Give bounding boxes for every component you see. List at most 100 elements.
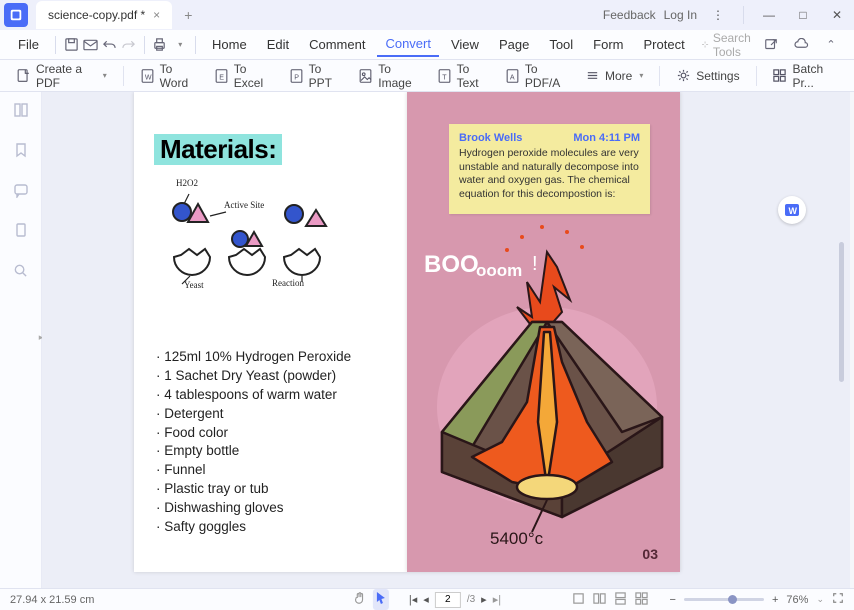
zoom-value: 76% [786,594,808,606]
more-icon [585,68,600,83]
zoom-thumb[interactable] [728,595,737,604]
left-sidebar: ▸ [0,92,42,588]
menu-view[interactable]: View [443,33,487,56]
temp-label: 5400°c [490,529,544,548]
to-ppt-button[interactable]: P To PPT [283,59,347,93]
last-page-icon[interactable]: ▸| [493,593,501,606]
svg-text:!: ! [532,253,538,275]
search-placeholder: Search Tools [713,31,756,59]
redo-icon[interactable] [121,34,136,56]
close-window-icon[interactable]: ✕ [824,2,850,28]
prev-page-icon[interactable]: ◂ [423,593,429,606]
batch-button[interactable]: Batch Pr... [766,59,844,93]
minimize-icon[interactable]: — [756,2,782,28]
next-page-icon[interactable]: ▸ [481,593,487,606]
undo-icon[interactable] [102,34,117,56]
fullscreen-icon[interactable] [832,592,844,607]
create-pdf-button[interactable]: Create a PDF▾ [10,59,113,93]
thumbnails-icon[interactable] [11,100,31,120]
total-pages: /3 [467,594,475,605]
menu-page[interactable]: Page [491,33,537,56]
print-dropdown-icon[interactable]: ▾ [173,34,187,56]
list-item: Safty goggles [156,518,351,537]
text-icon: T [437,68,452,84]
document-tab[interactable]: science-copy.pdf * × [36,1,172,29]
view-mode-4-icon[interactable] [635,592,648,608]
titlebar: science-copy.pdf * × + Feedback Log In ⋮… [0,0,854,30]
to-pdfa-button[interactable]: A To PDF/A [499,59,573,93]
comment-sticky-note[interactable]: Brook Wells Mon 4:11 PM Hydrogen peroxid… [449,124,650,214]
file-menu[interactable]: File [12,33,45,56]
to-ppt-label: To PPT [309,62,341,90]
menu-comment[interactable]: Comment [301,33,373,56]
list-item: 125ml 10% Hydrogen Peroxide [156,348,351,367]
view-mode-1-icon[interactable] [572,592,585,608]
svg-text:A: A [510,73,515,81]
login-link[interactable]: Log In [664,8,697,22]
select-tool-icon[interactable] [373,589,389,610]
gear-icon [676,68,691,83]
view-mode-2-icon[interactable] [593,592,606,608]
list-item: Plastic tray or tub [156,480,351,499]
collapse-icon[interactable]: ⌃ [820,34,842,56]
menu-tool[interactable]: Tool [541,33,581,56]
page-input[interactable] [435,592,461,608]
menu-convert[interactable]: Convert [377,32,439,57]
maximize-icon[interactable]: □ [790,2,816,28]
to-excel-button[interactable]: E To Excel [208,59,277,93]
vertical-scrollbar[interactable] [839,242,844,382]
floating-word-icon[interactable]: W [778,196,806,224]
to-pdfa-label: To PDF/A [525,62,567,90]
page-dimensions: 27.94 x 21.59 cm [10,594,94,606]
close-tab-icon[interactable]: × [153,8,160,22]
zoom-dropdown-icon[interactable]: ⌄ [816,594,824,605]
search-panel-icon[interactable] [11,260,31,280]
attachment-icon[interactable] [11,220,31,240]
menu-edit[interactable]: Edit [259,33,297,56]
comment-panel-icon[interactable] [11,180,31,200]
to-image-button[interactable]: To Image [352,59,424,93]
tab-title: science-copy.pdf * [48,8,145,22]
settings-button[interactable]: Settings [670,65,745,86]
view-mode-3-icon[interactable] [614,592,627,608]
list-item: Detergent [156,405,351,424]
excel-icon: E [214,68,229,84]
first-page-icon[interactable]: |◂ [409,593,417,606]
search-tools[interactable]: Search Tools [701,31,756,59]
label-reaction: Reaction [272,278,304,288]
sticky-time: Mon 4:11 PM [573,132,640,144]
feedback-link[interactable]: Feedback [603,8,656,22]
zoom-out-icon[interactable]: − [670,594,676,606]
svg-text:ooom: ooom [476,261,522,280]
create-pdf-label: Create a PDF [36,62,96,90]
menu-form[interactable]: Form [585,33,631,56]
materials-list: 125ml 10% Hydrogen Peroxide 1 Sachet Dry… [156,348,351,537]
print-icon[interactable] [152,34,167,56]
bookmark-icon[interactable] [11,140,31,160]
list-item: Empty bottle [156,442,351,461]
menu-protect[interactable]: Protect [636,33,693,56]
more-button[interactable]: More▾ [579,65,649,86]
save-icon[interactable] [64,34,79,56]
more-label: More [605,69,632,83]
mail-icon[interactable] [83,34,98,56]
app-icon [4,3,28,27]
zoom-slider[interactable] [684,598,764,601]
word-icon: W [140,68,155,84]
document-area: Materials: [42,92,850,588]
share-icon[interactable] [760,34,782,56]
kebab-icon[interactable]: ⋮ [705,2,731,28]
cloud-icon[interactable] [790,34,812,56]
zoom-in-icon[interactable]: + [772,594,778,606]
label-h2o2: H2O2 [176,178,198,188]
statusbar: 27.94 x 21.59 cm |◂ ◂ /3 ▸ ▸| − + 76% ⌄ [0,588,854,610]
to-word-button[interactable]: W To Word [134,59,202,93]
page-number: 03 [642,546,658,562]
menu-home[interactable]: Home [204,33,255,56]
to-word-label: To Word [160,62,196,90]
new-tab-button[interactable]: + [180,3,196,27]
create-pdf-icon [16,68,31,84]
to-text-button[interactable]: T To Text [431,59,493,93]
settings-label: Settings [696,69,739,83]
hand-tool-icon[interactable] [353,591,367,608]
